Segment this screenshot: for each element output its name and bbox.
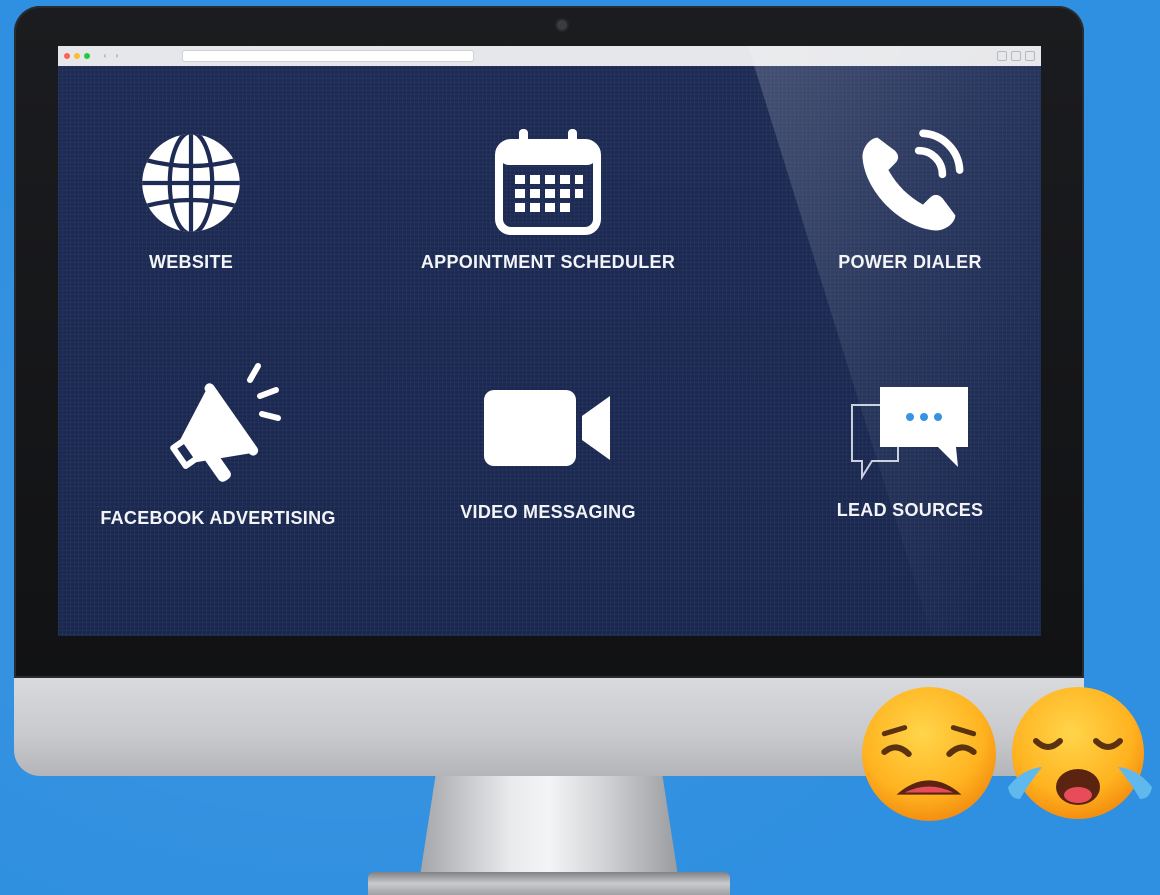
phone-icon bbox=[855, 128, 965, 238]
megaphone-icon bbox=[153, 358, 283, 494]
calendar-icon bbox=[493, 124, 603, 238]
feature-lead-sources[interactable]: LEAD SOURCES bbox=[810, 376, 1010, 521]
feature-power-dialer[interactable]: POWER DIALER bbox=[810, 128, 1010, 273]
window-controls bbox=[64, 53, 90, 59]
feature-label: LEAD SOURCES bbox=[836, 500, 984, 520]
close-button[interactable] bbox=[64, 53, 70, 59]
feature-appointment-scheduler[interactable]: APPOINTMENT SCHEDULER bbox=[388, 124, 708, 273]
address-bar[interactable] bbox=[182, 50, 474, 62]
tabs-icon[interactable] bbox=[1011, 51, 1021, 61]
feature-label: FACEBOOK ADVERTISING bbox=[100, 508, 336, 528]
chat-bubbles-icon bbox=[845, 376, 975, 486]
monitor-screen: ‹ › WEBSITE APPOINTMENT SCHEDULER POWER … bbox=[58, 46, 1041, 636]
feature-facebook-advertising[interactable]: FACEBOOK ADVERTISING bbox=[68, 358, 368, 529]
monitor-stand-neck bbox=[420, 776, 678, 876]
back-arrow-icon[interactable]: ‹ bbox=[100, 52, 110, 60]
browser-toolbar: ‹ › bbox=[58, 46, 1041, 66]
feature-label: POWER DIALER bbox=[838, 252, 982, 272]
maximize-button[interactable] bbox=[84, 53, 90, 59]
loudly-crying-face-emoji bbox=[1000, 683, 1160, 830]
globe-icon bbox=[136, 128, 246, 238]
video-camera-icon bbox=[478, 368, 618, 488]
feature-label: VIDEO MESSAGING bbox=[460, 502, 636, 522]
share-icon[interactable] bbox=[997, 51, 1007, 61]
new-tab-icon[interactable] bbox=[1025, 51, 1035, 61]
monitor-stand-base bbox=[368, 872, 730, 895]
weary-face-emoji bbox=[858, 683, 1000, 830]
feature-label: WEBSITE bbox=[148, 252, 234, 272]
feature-website[interactable]: WEBSITE bbox=[108, 128, 274, 273]
forward-arrow-icon[interactable]: › bbox=[112, 52, 122, 60]
feature-label: APPOINTMENT SCHEDULER bbox=[420, 252, 676, 272]
webcam bbox=[557, 20, 567, 30]
feature-video-messaging[interactable]: VIDEO MESSAGING bbox=[438, 368, 658, 523]
minimize-button[interactable] bbox=[74, 53, 80, 59]
